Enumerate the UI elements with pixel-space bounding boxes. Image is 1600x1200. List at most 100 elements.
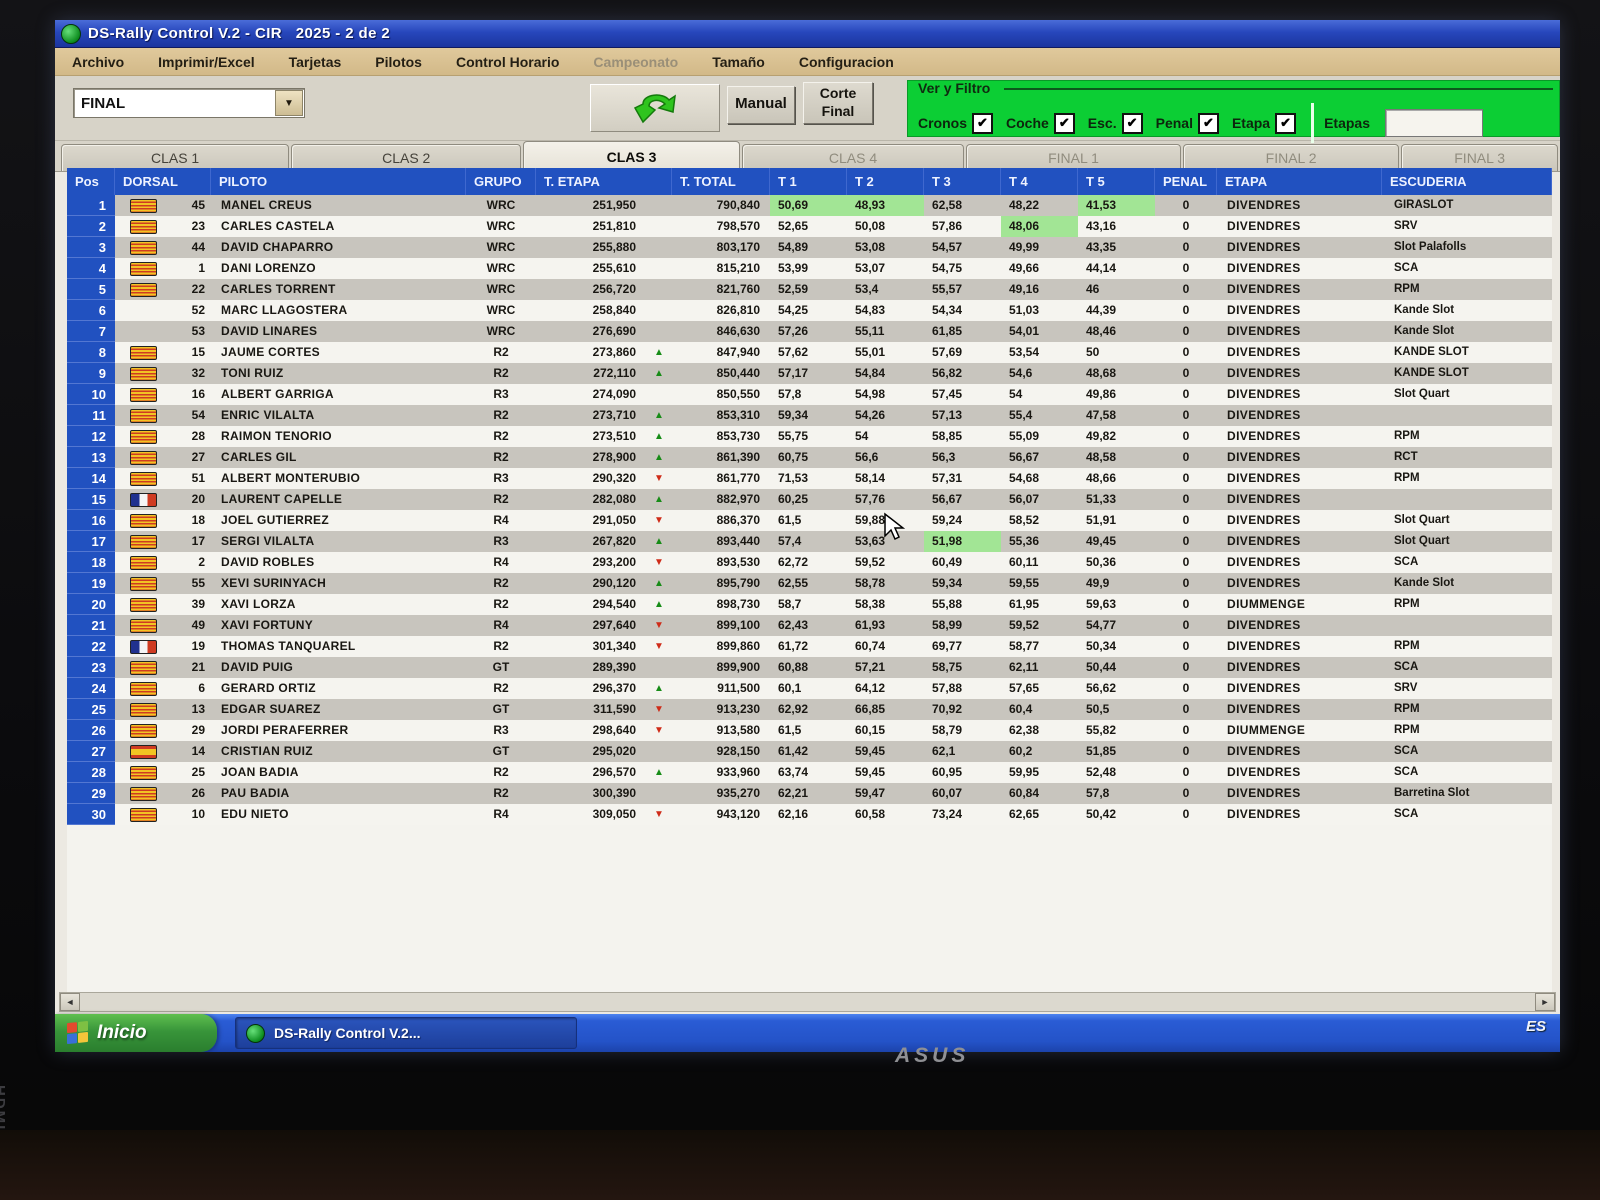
table-row[interactable]: 10 16 ALBERT GARRIGA R3 274,090 850,550 57,8 54… (67, 384, 1552, 405)
tab-final-3[interactable]: FINAL 3 (1401, 144, 1558, 171)
etapas-label: Etapas (1324, 115, 1371, 131)
menu-item-pilotos[interactable]: Pilotos (358, 54, 439, 70)
position-cell: 18 (67, 552, 115, 573)
taskbar-item-ds-rally[interactable]: DS-Rally Control V.2... (235, 1017, 577, 1049)
tab-clas-3[interactable]: CLAS 3 (523, 141, 740, 171)
filter-checkbox-penal[interactable]: ✔ (1197, 112, 1219, 134)
stage-time-cell: 290,120 (536, 573, 646, 594)
stage-cell: DIVENDRES (1217, 363, 1382, 384)
stage-cell: DIVENDRES (1217, 573, 1382, 594)
dorsal-number: 45 (171, 195, 211, 216)
table-row[interactable]: 24 6 GERARD ORTIZ R2 296,370 ▲ 911,500 60,1 64,1… (67, 678, 1552, 699)
dorsal-flag-cell (115, 636, 171, 657)
table-row[interactable]: 30 10 EDU NIETO R4 309,050 ▼ 943,120 62,16 60,58… (67, 804, 1552, 825)
position-cell: 29 (67, 783, 115, 804)
team-cell: RCT (1382, 447, 1552, 468)
menu-item-tarjetas[interactable]: Tarjetas (272, 54, 359, 70)
trend-icon (646, 384, 672, 405)
table-row[interactable]: 27 14 CRISTIAN RUIZ GT 295,020 928,150 61,42 59… (67, 741, 1552, 762)
start-button[interactable]: Inicio (55, 1014, 217, 1052)
table-row[interactable]: 17 17 SERGI VILALTA R3 267,820 ▲ 893,440 57,4 53… (67, 531, 1552, 552)
position-cell: 10 (67, 384, 115, 405)
t2-cell: 61,93 (847, 615, 924, 636)
table-row[interactable]: 4 1 DANI LORENZO WRC 255,610 815,210 53,99 53,0… (67, 258, 1552, 279)
table-row[interactable]: 6 52 MARC LLAGOSTERA WRC 258,840 826,810 54,25… (67, 300, 1552, 321)
stage-cell: DIVENDRES (1217, 321, 1382, 342)
table-row[interactable]: 11 54 ENRIC VILALTA R2 273,710 ▲ 853,310 59,34 5… (67, 405, 1552, 426)
t4-cell: 54,01 (1001, 321, 1078, 342)
table-row[interactable]: 3 44 DAVID CHAPARRO WRC 255,880 803,170 54,89 5… (67, 237, 1552, 258)
tab-clas-1[interactable]: CLAS 1 (61, 144, 290, 171)
menu-item-imprimir-excel[interactable]: Imprimir/Excel (141, 54, 272, 70)
monitor-brand-logo: ASUS (895, 1044, 970, 1067)
filter-checkbox-etapa[interactable]: ✔ (1275, 112, 1297, 134)
menu-item-configuracion[interactable]: Configuracion (782, 54, 911, 70)
classification-select[interactable]: FINAL ▼ (73, 88, 305, 118)
pilot-name: THOMAS TANQUAREL (211, 636, 466, 657)
table-row[interactable]: 7 53 DAVID LINARES WRC 276,690 846,630 57,26 55… (67, 321, 1552, 342)
tab-final-1[interactable]: FINAL 1 (966, 144, 1181, 171)
column-header-t-2: T 2 (847, 168, 924, 195)
table-row[interactable]: 5 22 CARLES TORRENT WRC 256,720 821,760 52,59 5… (67, 279, 1552, 300)
table-row[interactable]: 14 51 ALBERT MONTERUBIO R3 290,320 ▼ 861,770 71… (67, 468, 1552, 489)
table-row[interactable]: 25 13 EDGAR SUAREZ GT 311,590 ▼ 913,230 62,92 66… (67, 699, 1552, 720)
tab-clas-4[interactable]: CLAS 4 (741, 144, 965, 171)
trend-icon: ▲ (646, 594, 672, 615)
table-row[interactable]: 18 2 DAVID ROBLES R4 293,200 ▼ 893,530 62,72 59,… (67, 552, 1552, 573)
table-row[interactable]: 8 15 JAUME CORTES R2 273,860 ▲ 847,940 57,62 55,… (67, 342, 1552, 363)
table-row[interactable]: 16 18 JOEL GUTIERREZ R4 291,050 ▼ 886,370 61,5 5… (67, 510, 1552, 531)
etapas-input[interactable] (1385, 109, 1484, 137)
up-arrow-icon: ▲ (654, 431, 664, 442)
team-cell (1382, 615, 1552, 636)
t5-cell: 44,14 (1078, 258, 1155, 279)
manual-button[interactable]: Manual (727, 86, 795, 124)
total-time-cell: 803,170 (672, 237, 770, 258)
fra-flag-icon (129, 492, 157, 507)
table-row[interactable]: 21 49 XAVI FORTUNY R4 297,640 ▼ 899,100 62,43 61… (67, 615, 1552, 636)
stage-time-cell: 251,950 (536, 195, 646, 216)
dorsal-flag-cell (115, 783, 171, 804)
table-row[interactable]: 20 39 XAVI LORZA R2 294,540 ▲ 898,730 58,7 58,38… (67, 594, 1552, 615)
t1-cell: 62,16 (770, 804, 847, 825)
table-row[interactable]: 23 21 DAVID PUIG GT 289,390 899,900 60,88 57,21… (67, 657, 1552, 678)
penalty-cell: 0 (1155, 363, 1217, 384)
team-cell: Slot Quart (1382, 384, 1552, 405)
scroll-left-icon[interactable]: ◄ (60, 993, 80, 1011)
table-row[interactable]: 1 45 MANEL CREUS WRC 251,950 790,840 50,69 48,9… (67, 195, 1552, 216)
table-row[interactable]: 26 29 JORDI PERAFERRER R3 298,640 ▼ 913,580 61,… (67, 720, 1552, 741)
up-arrow-icon: ▲ (654, 767, 664, 778)
horizontal-scrollbar[interactable]: ◄ ► (59, 992, 1556, 1012)
position-cell: 1 (67, 195, 115, 216)
cat-flag-icon (129, 597, 157, 612)
table-row[interactable]: 12 28 RAIMON TENORIO R2 273,510 ▲ 853,730 55,75… (67, 426, 1552, 447)
dorsal-flag-cell (115, 531, 171, 552)
scroll-right-icon[interactable]: ► (1535, 993, 1555, 1011)
filter-checkbox-cronos[interactable]: ✔ (972, 112, 993, 134)
total-time-cell: 898,730 (672, 594, 770, 615)
table-row[interactable]: 13 27 CARLES GIL R2 278,900 ▲ 861,390 60,75 56,6… (67, 447, 1552, 468)
filter-checkbox-esc[interactable]: ✔ (1121, 112, 1143, 134)
tab-final-2[interactable]: FINAL 2 (1182, 144, 1400, 171)
table-row[interactable]: 15 20 LAURENT CAPELLE R2 282,080 ▲ 882,970 60,2… (67, 489, 1552, 510)
table-row[interactable]: 29 26 PAU BADIA R2 300,390 935,270 62,21 59,47 6… (67, 783, 1552, 804)
tab-clas-2[interactable]: CLAS 2 (291, 144, 522, 171)
table-row[interactable]: 9 32 TONI RUIZ R2 272,110 ▲ 850,440 57,17 54,84 5… (67, 363, 1552, 384)
table-row[interactable]: 19 55 XEVI SURINYACH R2 290,120 ▲ 895,790 62,55… (67, 573, 1552, 594)
menu-item-archivo[interactable]: Archivo (55, 54, 141, 70)
table-row[interactable]: 2 23 CARLES CASTELA WRC 251,810 798,570 52,65 5… (67, 216, 1552, 237)
trend-icon: ▼ (646, 636, 672, 657)
language-indicator[interactable]: ES (1526, 1018, 1546, 1035)
stage-cell: DIVENDRES (1217, 741, 1382, 762)
chevron-down-icon[interactable]: ▼ (275, 90, 303, 116)
menu-item-control-horario[interactable]: Control Horario (439, 54, 576, 70)
refresh-button[interactable] (590, 84, 720, 132)
dorsal-number: 10 (171, 804, 211, 825)
corte-final-button[interactable]: Corte Final (803, 82, 873, 124)
table-row[interactable]: 22 19 THOMAS TANQUAREL R2 301,340 ▼ 899,860 61,… (67, 636, 1552, 657)
t5-cell: 51,33 (1078, 489, 1155, 510)
table-row[interactable]: 28 25 JOAN BADIA R2 296,570 ▲ 933,960 63,74 59,4… (67, 762, 1552, 783)
menu-item-tama-o[interactable]: Tamaño (695, 54, 782, 70)
filter-checkbox-coche[interactable]: ✔ (1053, 112, 1075, 134)
t1-cell: 59,34 (770, 405, 847, 426)
penalty-cell: 0 (1155, 300, 1217, 321)
